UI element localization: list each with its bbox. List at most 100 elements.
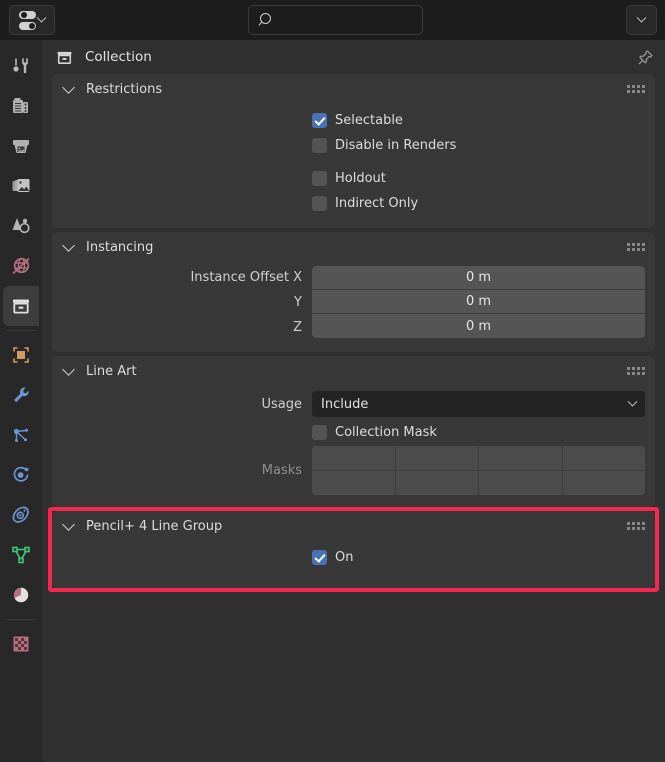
physics-orbit-icon bbox=[10, 464, 32, 486]
editor-type-selector[interactable] bbox=[9, 5, 55, 35]
panel-header-line-art[interactable]: Line Art bbox=[52, 356, 655, 386]
usage-dropdown-value: Include bbox=[321, 397, 368, 412]
sidebar-item-world[interactable] bbox=[3, 246, 39, 286]
sidebar-item-object-data[interactable] bbox=[3, 535, 39, 575]
mask-toggle[interactable] bbox=[479, 446, 562, 470]
pin-icon bbox=[636, 48, 655, 67]
mask-toggle[interactable] bbox=[563, 471, 646, 495]
checkbox-label: Selectable bbox=[335, 113, 403, 128]
sidebar-item-output[interactable] bbox=[3, 126, 39, 166]
checkbox-box-unchecked bbox=[312, 196, 327, 211]
panel-restrictions: Restrictions Selectable bbox=[52, 74, 655, 228]
checkbox-box-checked bbox=[312, 550, 327, 565]
holdout-checkbox[interactable]: Holdout bbox=[312, 171, 386, 186]
chevron-down-icon bbox=[62, 518, 75, 531]
editor-options-button[interactable] bbox=[626, 5, 657, 35]
panel-body-line-art: Usage Include Collection Mask bbox=[52, 386, 655, 507]
selectable-checkbox[interactable]: Selectable bbox=[312, 113, 403, 128]
drag-grip-icon[interactable] bbox=[627, 85, 645, 93]
sidebar-item-scene[interactable] bbox=[3, 206, 39, 246]
chevron-down-icon bbox=[62, 81, 75, 94]
panel-title: Restrictions bbox=[86, 82, 162, 97]
checkbox-box-checked bbox=[312, 113, 327, 128]
chevron-down-icon bbox=[628, 396, 638, 406]
sidebar-item-collection[interactable] bbox=[3, 286, 39, 326]
collection-box-icon bbox=[55, 48, 74, 67]
chevron-down-icon bbox=[62, 239, 75, 252]
sidebar-item-material[interactable] bbox=[3, 575, 39, 615]
blender-properties-editor: Collection Restrictions bbox=[0, 0, 665, 762]
sidebar-item-view-layer[interactable] bbox=[3, 166, 39, 206]
mask-toggle[interactable] bbox=[312, 446, 395, 470]
view-layer-images-icon bbox=[10, 175, 32, 197]
sidebar-item-physics[interactable] bbox=[3, 455, 39, 495]
drag-grip-icon[interactable] bbox=[627, 367, 645, 375]
page-title: Collection bbox=[85, 49, 152, 65]
sidebar-item-object[interactable] bbox=[3, 335, 39, 375]
drag-grip-icon[interactable] bbox=[627, 243, 645, 251]
usage-dropdown[interactable]: Include bbox=[312, 391, 645, 417]
mask-toggle[interactable] bbox=[563, 446, 646, 470]
spacer bbox=[62, 158, 645, 166]
panel-header-pencil4-line-group[interactable]: Pencil+ 4 Line Group bbox=[52, 511, 655, 541]
sidebar-item-constraints[interactable] bbox=[3, 495, 39, 535]
field-label-instance-offset-x: Instance Offset X bbox=[62, 266, 312, 290]
properties-tab-rail bbox=[0, 40, 42, 762]
material-sphere-icon bbox=[10, 584, 32, 606]
editor-body: Collection Restrictions bbox=[0, 40, 665, 762]
checkbox-label: Collection Mask bbox=[335, 425, 437, 440]
drag-grip-icon[interactable] bbox=[627, 522, 645, 530]
panel-line-art: Line Art Usage Include bbox=[52, 356, 655, 507]
rail-separator bbox=[6, 619, 36, 620]
pin-button[interactable] bbox=[636, 48, 655, 67]
instance-offset-y-input[interactable]: 0 m bbox=[312, 290, 645, 314]
panel-instancing: Instancing Instance Offset X Y Z 0 m bbox=[52, 232, 655, 352]
mask-toggle[interactable] bbox=[312, 471, 395, 495]
pencil4-on-checkbox[interactable]: On bbox=[312, 550, 353, 565]
checkbox-box-unchecked bbox=[312, 425, 327, 440]
panel-body-instancing: Instance Offset X Y Z 0 m 0 m 0 m bbox=[52, 262, 655, 352]
disable-in-renders-checkbox[interactable]: Disable in Renders bbox=[312, 138, 456, 153]
collection-box-icon bbox=[10, 295, 32, 317]
sidebar-item-modifiers[interactable] bbox=[3, 375, 39, 415]
masks-row: Masks bbox=[62, 446, 645, 495]
mask-toggle[interactable] bbox=[396, 446, 479, 470]
search-input[interactable] bbox=[278, 13, 418, 27]
panel-title: Instancing bbox=[86, 240, 153, 255]
render-camera-back-icon bbox=[10, 95, 32, 117]
checkbox-label: Holdout bbox=[335, 171, 386, 186]
breadcrumb: Collection bbox=[42, 40, 665, 74]
masks-toggle-grid bbox=[312, 446, 645, 495]
panel-header-instancing[interactable]: Instancing bbox=[52, 232, 655, 262]
sidebar-item-render[interactable] bbox=[3, 86, 39, 126]
tool-screwdriver-wrench-icon bbox=[10, 55, 32, 77]
checkbox-label: On bbox=[335, 550, 353, 565]
indirect-only-checkbox[interactable]: Indirect Only bbox=[312, 196, 418, 211]
panel-body-restrictions: Selectable Disable in Renders bbox=[52, 104, 655, 228]
mask-toggle[interactable] bbox=[396, 471, 479, 495]
usage-label: Usage bbox=[62, 397, 312, 412]
sidebar-item-texture[interactable] bbox=[3, 624, 39, 664]
checkbox-label: Indirect Only bbox=[335, 196, 418, 211]
instance-offset-z-input[interactable]: 0 m bbox=[312, 314, 645, 338]
rail-separator bbox=[6, 330, 36, 331]
constraints-clamp-icon bbox=[10, 504, 32, 526]
instance-offset-x-input[interactable]: 0 m bbox=[312, 266, 645, 290]
field-label-y: Y bbox=[62, 290, 312, 315]
checkbox-label: Disable in Renders bbox=[335, 138, 456, 153]
mask-toggle[interactable] bbox=[479, 471, 562, 495]
sidebar-item-tool[interactable] bbox=[3, 46, 39, 86]
usage-row: Usage Include bbox=[62, 390, 645, 418]
panel-header-restrictions[interactable]: Restrictions bbox=[52, 74, 655, 104]
collection-mask-checkbox[interactable]: Collection Mask bbox=[312, 425, 437, 440]
checkbox-row: On bbox=[62, 545, 645, 570]
instance-offset-vector: 0 m 0 m 0 m bbox=[312, 266, 645, 340]
object-data-mesh-icon bbox=[10, 544, 32, 566]
sidebar-item-particles[interactable] bbox=[3, 415, 39, 455]
editor-header bbox=[0, 0, 665, 40]
search-field[interactable] bbox=[248, 5, 423, 35]
properties-content: Collection Restrictions bbox=[42, 40, 665, 762]
object-square-brackets-icon bbox=[10, 344, 32, 366]
checkbox-row: Indirect Only bbox=[62, 191, 645, 216]
field-label-z: Z bbox=[62, 315, 312, 340]
